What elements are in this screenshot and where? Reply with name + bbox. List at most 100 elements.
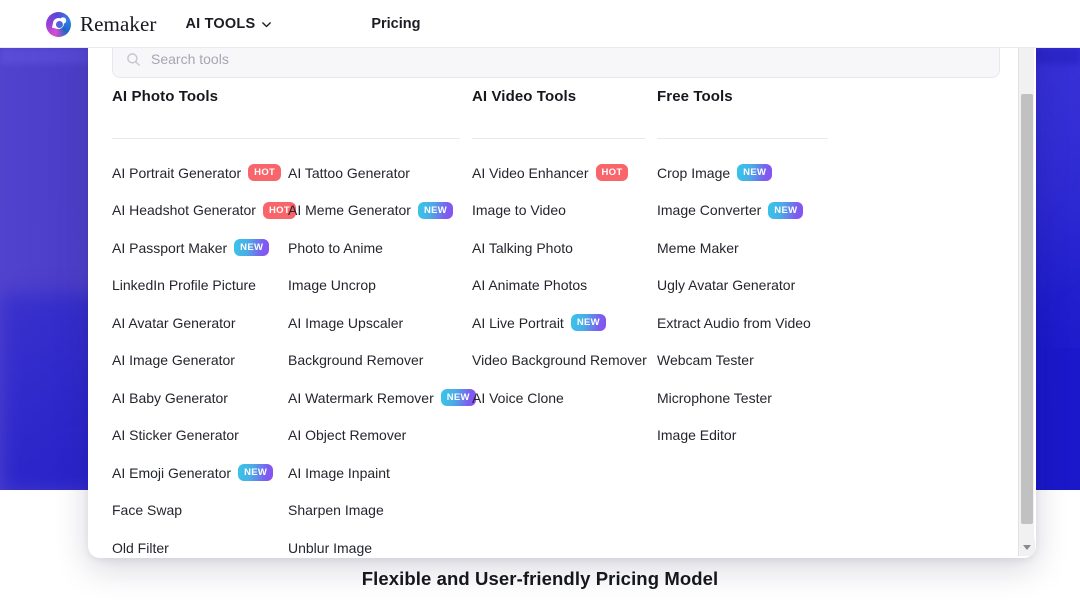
tool-link-label: Image to Video: [472, 202, 566, 218]
tool-link[interactable]: Video Background Remover: [472, 342, 657, 380]
tool-link-column: Crop ImageNEWImage ConverterNEWMeme Make…: [657, 154, 842, 454]
tool-link-label: AI Baby Generator: [112, 390, 228, 406]
tool-link[interactable]: Image Editor: [657, 417, 842, 455]
tool-badge-new: NEW: [737, 164, 772, 181]
tool-link-label: AI Tattoo Generator: [288, 165, 410, 181]
tool-group-columns: AI Portrait GeneratorHOTAI Headshot Gene…: [112, 154, 472, 558]
tool-link-label: Microphone Tester: [657, 390, 772, 406]
tool-link-label: Extract Audio from Video: [657, 315, 811, 331]
tool-link[interactable]: Photo to Anime: [288, 229, 468, 267]
scrollbar-thumb[interactable]: [1021, 94, 1033, 524]
brand-logo[interactable]: Remaker: [46, 12, 157, 37]
tool-link[interactable]: AI Talking Photo: [472, 229, 657, 267]
tool-link-label: Image Uncrop: [288, 277, 376, 293]
tool-link[interactable]: Crop Image NEW: [657, 154, 842, 192]
tool-link[interactable]: Old Filter: [112, 529, 288, 558]
tool-link-label: AI Video Enhancer: [472, 165, 589, 181]
tool-link[interactable]: AI Portrait GeneratorHOT: [112, 154, 288, 192]
tool-link-label: AI Avatar Generator: [112, 315, 235, 331]
tool-group-title: Free Tools: [657, 88, 842, 110]
tool-link-label: Image Editor: [657, 427, 736, 443]
tool-link[interactable]: AI Image Inpaint: [288, 454, 468, 492]
tool-link[interactable]: AI Meme GeneratorNEW: [288, 192, 468, 230]
tool-link-label: AI Voice Clone: [472, 390, 564, 406]
tool-group-divider: [472, 138, 645, 139]
tool-group-columns: AI Video Enhancer HOT Image to Video AI Tal…: [472, 154, 657, 417]
tool-badge-new: NEW: [238, 464, 273, 481]
tool-link-label: Sharpen Image: [288, 502, 384, 518]
ai-tools-dropdown-panel: Search tools AI Photo Tools AI Portrait G…: [88, 30, 1036, 558]
tool-link[interactable]: AI Tattoo Generator: [288, 154, 468, 192]
tool-badge-new: NEW: [441, 389, 476, 406]
scroll-down-arrow-icon[interactable]: [1019, 539, 1035, 556]
tool-link[interactable]: Microphone Tester: [657, 379, 842, 417]
tool-link[interactable]: AI Object Remover: [288, 417, 468, 455]
tool-link[interactable]: Image to Video: [472, 192, 657, 230]
tool-link[interactable]: Background Remover: [288, 342, 468, 380]
search-icon: [126, 52, 141, 67]
tool-link[interactable]: AI Headshot GeneratorHOT: [112, 192, 288, 230]
nav-item-pricing[interactable]: Pricing: [371, 16, 420, 32]
tool-link-label: Face Swap: [112, 502, 182, 518]
tool-link-label: AI Portrait Generator: [112, 165, 241, 181]
tool-link-label: LinkedIn Profile Picture: [112, 277, 256, 293]
tool-link[interactable]: Unblur Image: [288, 529, 468, 558]
header-divider: [0, 47, 1080, 48]
tool-link-column: AI Video Enhancer HOT Image to Video AI Tal…: [472, 154, 657, 417]
tool-badge-new: NEW: [768, 202, 803, 219]
tool-link-label: AI Watermark Remover: [288, 390, 434, 406]
tool-link-label: AI Live Portrait: [472, 315, 564, 331]
tool-group-ai-video-tools: AI Video ToolsAI Video EnhancerHOTImage …: [472, 88, 657, 558]
tool-link[interactable]: AI Emoji Generator NEW: [112, 454, 288, 492]
tool-link[interactable]: AI Live PortraitNEW: [472, 304, 657, 342]
tool-badge-hot: HOT: [596, 164, 629, 181]
tool-link-label: Old Filter: [112, 540, 169, 556]
tool-link[interactable]: LinkedIn Profile Picture: [112, 267, 288, 305]
tool-link[interactable]: Webcam Tester: [657, 342, 842, 380]
tool-group-title: AI Photo Tools: [112, 88, 472, 110]
nav-item-ai-tools[interactable]: AI TOOLS: [186, 16, 273, 32]
tool-link[interactable]: AI Video Enhancer HOT: [472, 154, 657, 192]
tool-link[interactable]: Sharpen Image: [288, 492, 468, 530]
remaker-swirl-logo-icon: [46, 12, 71, 37]
chevron-down-icon: [261, 19, 272, 30]
tool-link-label: AI Passport Maker: [112, 240, 227, 256]
tool-link[interactable]: AI Sticker Generator: [112, 417, 288, 455]
tool-link-label: AI Headshot Generator: [112, 202, 256, 218]
tool-link-label: AI Object Remover: [288, 427, 406, 443]
tool-group-columns: Crop ImageNEWImage ConverterNEWMeme Make…: [657, 154, 842, 454]
tool-link[interactable]: Meme Maker: [657, 229, 842, 267]
tool-link-label: Crop Image: [657, 165, 730, 181]
tool-link[interactable]: Image Uncrop: [288, 267, 468, 305]
tool-link-label: AI Emoji Generator: [112, 465, 231, 481]
tool-link[interactable]: Face Swap: [112, 492, 288, 530]
tool-link-label: Video Background Remover: [472, 352, 647, 368]
tool-link-label: AI Image Inpaint: [288, 465, 390, 481]
tool-link[interactable]: AI Image Upscaler: [288, 304, 468, 342]
panel-scrollbar[interactable]: [1018, 32, 1034, 556]
tool-badge-new: NEW: [418, 202, 453, 219]
tool-link[interactable]: Image ConverterNEW: [657, 192, 842, 230]
tool-link-label: Ugly Avatar Generator: [657, 277, 795, 293]
nav-ai-tools-label: AI TOOLS: [186, 16, 256, 32]
tool-group-divider: [657, 138, 828, 139]
tool-group-divider: [112, 138, 460, 139]
tool-link-label: AI Image Upscaler: [288, 315, 403, 331]
tool-link[interactable]: AI Avatar Generator: [112, 304, 288, 342]
tool-link[interactable]: Ugly Avatar Generator: [657, 267, 842, 305]
tool-link[interactable]: AI Watermark RemoverNEW: [288, 379, 468, 417]
tool-link[interactable]: AI Voice Clone: [472, 379, 657, 417]
tool-link-label: AI Image Generator: [112, 352, 235, 368]
pricing-section-heading: Flexible and User-friendly Pricing Model: [0, 568, 1080, 590]
tool-link-label: Unblur Image: [288, 540, 372, 556]
tool-link-column: AI Portrait GeneratorHOTAI Headshot Gene…: [112, 154, 288, 558]
search-placeholder: Search tools: [151, 51, 229, 67]
tool-group-free-tools: Free ToolsCrop ImageNEWImage ConverterNE…: [657, 88, 842, 558]
tool-link[interactable]: AI Animate Photos: [472, 267, 657, 305]
site-header: Remaker AI TOOLS Pricing: [0, 0, 1080, 48]
tool-link[interactable]: AI Passport MakerNEW: [112, 229, 288, 267]
tool-link[interactable]: Extract Audio from Video: [657, 304, 842, 342]
tool-link[interactable]: AI Image Generator: [112, 342, 288, 380]
tool-groups-container: AI Photo ToolsAI Portrait GeneratorHOTAI…: [112, 88, 1002, 558]
tool-link[interactable]: AI Baby Generator: [112, 379, 288, 417]
